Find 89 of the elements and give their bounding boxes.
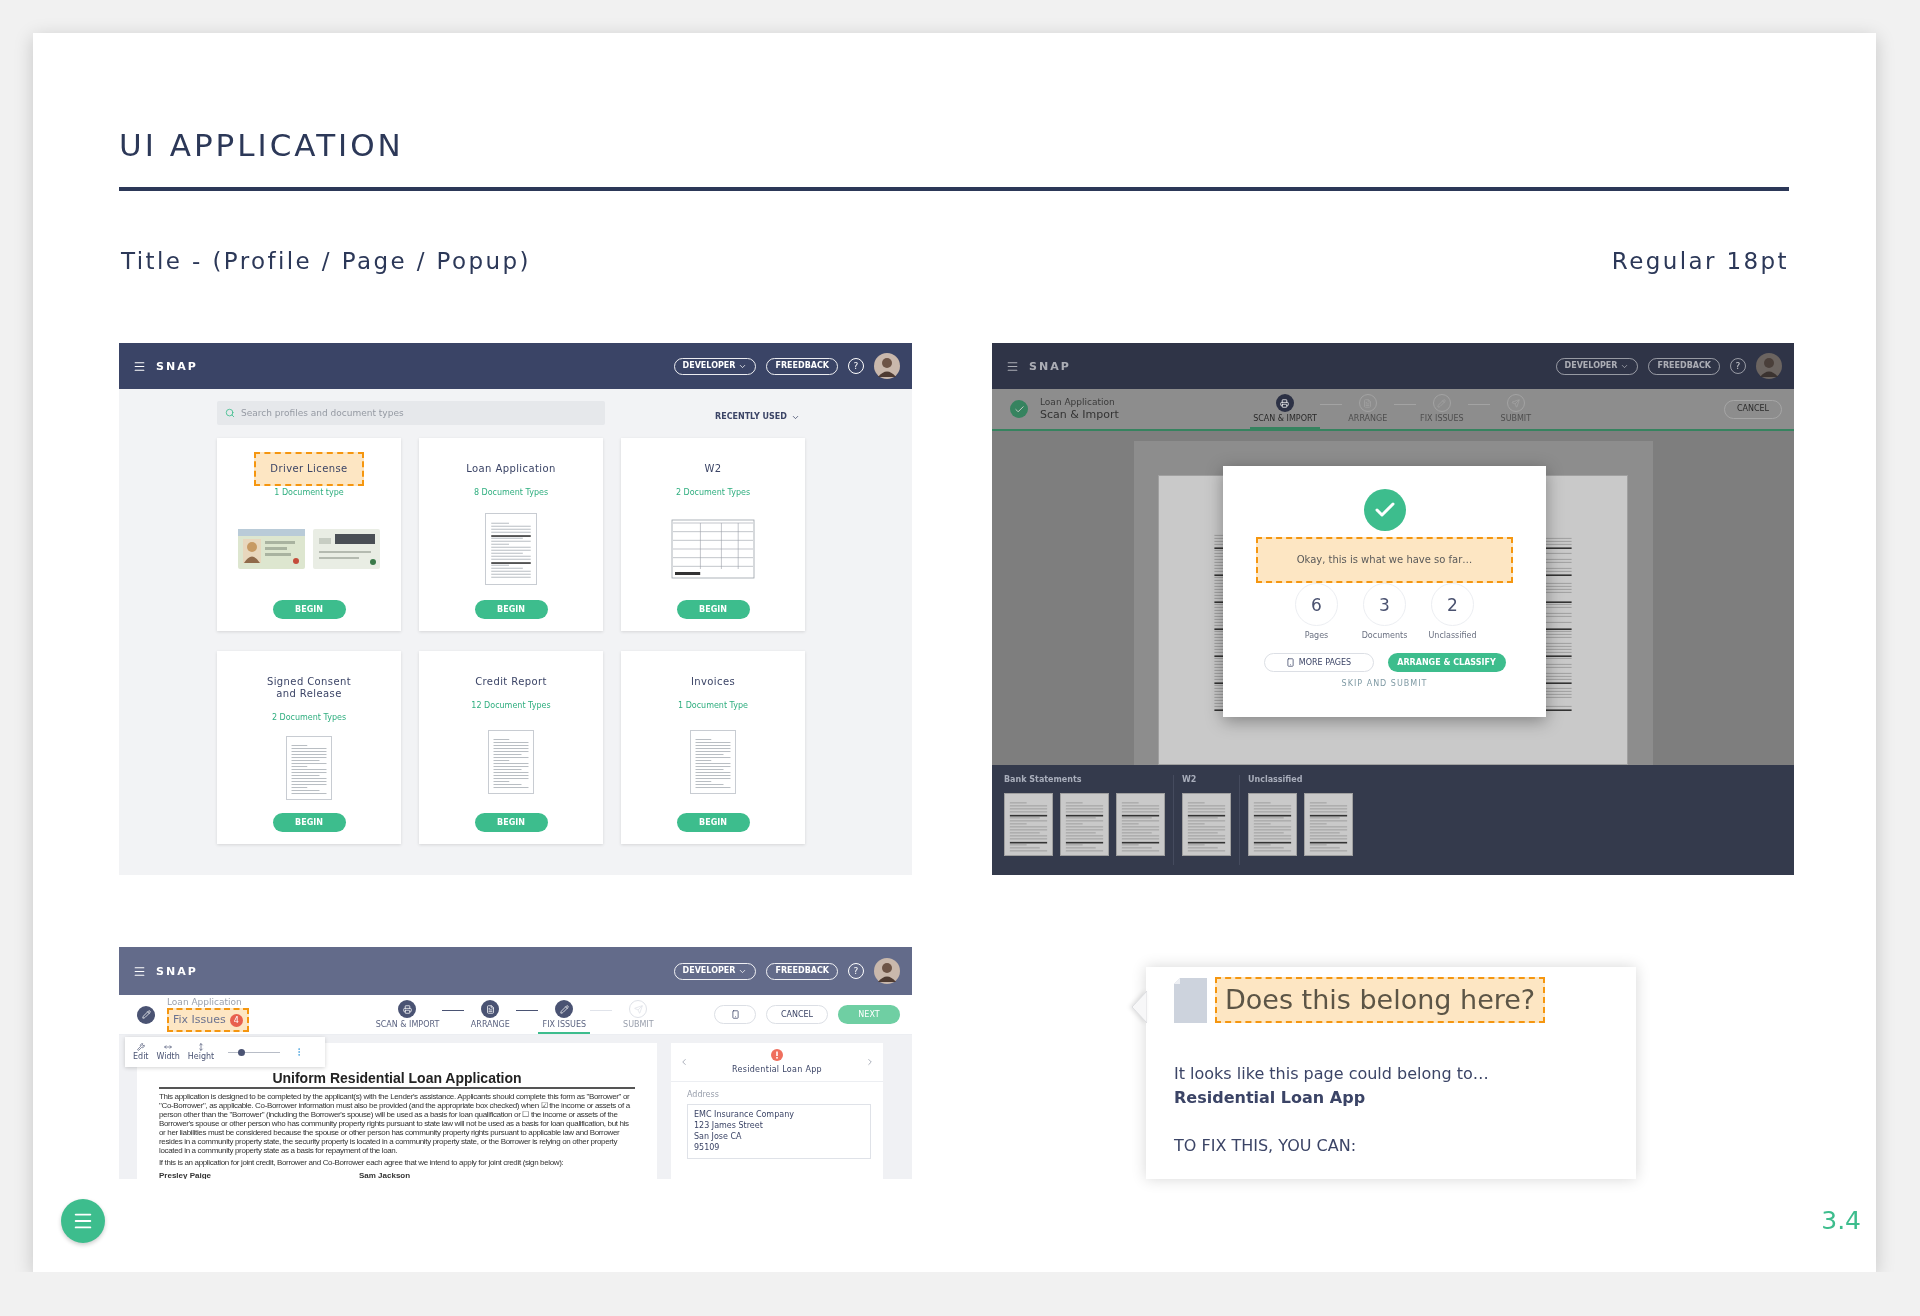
issue-count-badge: 4 xyxy=(229,1013,243,1027)
group-label: Unclassified xyxy=(1248,775,1304,785)
phone-icon xyxy=(730,1010,740,1019)
sort-dropdown[interactable]: RECENTLY USED xyxy=(715,412,800,422)
phone-icon xyxy=(1285,658,1295,667)
task-status: Loan Application xyxy=(1040,396,1116,408)
search-icon xyxy=(225,408,235,418)
avatar-icon[interactable] xyxy=(874,958,900,984)
success-icon xyxy=(1363,489,1406,531)
check-icon xyxy=(1010,400,1028,418)
popover-title: Does this belong here? xyxy=(1215,977,1546,1023)
group-label: W2 xyxy=(1182,775,1198,785)
tool-button[interactable]: Edit xyxy=(133,1042,149,1062)
card-title: Invoices xyxy=(689,675,737,689)
tool-button[interactable]: Width xyxy=(156,1042,180,1062)
fix-heading: TO FIX THIS, YOU CAN: xyxy=(1174,1135,1358,1157)
skip-link[interactable]: SKIP AND SUBMIT xyxy=(1335,678,1434,690)
page-thumbnail-drawing xyxy=(1116,793,1165,856)
wrench-icon xyxy=(136,1042,145,1051)
pencil-icon xyxy=(559,1004,569,1014)
search-field[interactable]: Search profiles and document types xyxy=(217,401,605,425)
pencil-icon xyxy=(137,1005,155,1024)
page-thumbnail-drawing xyxy=(1060,793,1109,856)
tool-button[interactable]: Height xyxy=(187,1042,215,1062)
panel-title: Residential Loan App xyxy=(732,1065,822,1075)
document-icon xyxy=(485,1004,495,1014)
card-title: Credit Report xyxy=(474,675,548,689)
popover-message: It looks like this page could belong to… xyxy=(1174,1063,1490,1085)
signer-name: Presley Paige xyxy=(159,1171,299,1179)
document-type-count: 2 Document Types xyxy=(675,488,751,498)
field-label: Address xyxy=(687,1090,720,1100)
progress-step[interactable]: FIX ISSUES xyxy=(1415,389,1468,429)
menu-icon[interactable] xyxy=(133,964,146,978)
horizontal-arrows-icon xyxy=(164,1042,173,1051)
vertical-arrows-icon xyxy=(196,1042,205,1051)
task-status: Loan Application xyxy=(167,997,243,1008)
group-label: Bank Statements xyxy=(1004,775,1083,785)
page-thumbnail-drawing xyxy=(1304,793,1353,856)
document-type-count: 12 Document Types xyxy=(471,701,551,711)
document-thumbnail-drawing xyxy=(690,730,736,794)
stat-label: Pages xyxy=(1304,631,1329,641)
progress-step[interactable]: SCAN & IMPORT xyxy=(1250,389,1320,429)
task-title: Scan & Import xyxy=(1040,407,1119,422)
document-type-count: 1 Document type xyxy=(274,488,344,498)
suggested-document: Residential Loan App xyxy=(1174,1087,1367,1109)
task-title: Fix Issues 4 xyxy=(167,1008,249,1032)
progress-step[interactable]: SCAN & IMPORT xyxy=(372,995,443,1034)
progress-step[interactable]: SUBMIT xyxy=(612,995,665,1034)
more-pages-button[interactable]: MORE PAGES xyxy=(1263,653,1374,672)
page-thumbnail-drawing xyxy=(1248,793,1297,856)
page-icon xyxy=(1174,977,1207,1023)
slider-thumb[interactable] xyxy=(238,1048,246,1056)
brand-name: SNAP xyxy=(156,359,198,373)
signer-name: Sam Jackson xyxy=(359,1171,499,1179)
section-label: Title - (Profile / Page / Popup) xyxy=(120,247,531,276)
form-thumbnail-drawing xyxy=(485,513,537,585)
avatar-icon[interactable] xyxy=(874,353,900,379)
brand-name: SNAP xyxy=(156,964,198,978)
progress-step[interactable]: ARRANGE xyxy=(464,995,517,1034)
page-number: 3.4 xyxy=(1821,1206,1861,1236)
card-title: Signed Consent and Release xyxy=(265,675,353,701)
dialog-message: Okay, this is what we have so far… xyxy=(1256,537,1513,583)
menu-icon[interactable] xyxy=(1006,359,1019,373)
slide-title: UI APPLICATION xyxy=(119,126,405,165)
type-spec: Regular 18pt xyxy=(1610,247,1789,276)
printer-icon xyxy=(403,1004,412,1014)
page-thumbnail-drawing xyxy=(1182,793,1231,856)
alert-icon xyxy=(771,1049,783,1061)
card-title: W2 xyxy=(703,462,723,476)
document-paragraph: If this is an application for joint credit, Borrower and Co-Borrower each agree that we intend to apply for joint credit (sign below): xyxy=(159,1158,565,1167)
document-type-count: 1 Document Type xyxy=(678,701,748,711)
document-type-count: 2 Document Types xyxy=(271,713,347,723)
brand-name: SNAP xyxy=(1029,359,1071,373)
document-type-count: 8 Document Types xyxy=(473,488,549,498)
printer-icon xyxy=(1280,398,1290,408)
document-paragraph: This application is designed to be completed by the applicant(s) with the Lender's assistance. Applicants should complete this form as "Borrower" or "Co-Borrower", as applicable. Co-Borrower information must also be provided (and the appropriate box checked) when ☑ the income or assets of a person other than the "Borrower" (including the Borrower's spouse) will be used as a basis for loan qualification or ☐ the income or assets of the Borrower's spouse or other person who has community property rights pursuant to state law will not be used as a basis for loan qualification, but his or her liabilities must be considered because the spouse or other person has community property rights pursuant to applicable law and Borrower resides in a community property state, the security property is located in a community property state, or the Borrower is relying on other property located in a community property state as a basis for repayment of the loan. xyxy=(159,1092,631,1155)
address-field[interactable]: EMC Insurance Company 123 James Street San Jose CA 95109 xyxy=(687,1104,871,1159)
stat-label: Documents xyxy=(1361,631,1408,641)
menu-icon[interactable] xyxy=(133,359,146,373)
document-title: Uniform Residential Loan Application xyxy=(159,1070,635,1089)
progress-step[interactable]: ARRANGE xyxy=(1341,389,1394,429)
document-thumbnail-drawing xyxy=(488,730,534,794)
cancel-button[interactable]: CANCEL xyxy=(766,1005,828,1024)
send-icon xyxy=(633,1004,643,1014)
page-thumbnail-drawing xyxy=(1004,793,1053,856)
card-title: Driver License xyxy=(254,452,364,486)
card-title: Loan Application xyxy=(465,462,557,476)
stat-label: Unclassified xyxy=(1428,631,1477,641)
document-thumbnail-drawing xyxy=(286,736,332,800)
